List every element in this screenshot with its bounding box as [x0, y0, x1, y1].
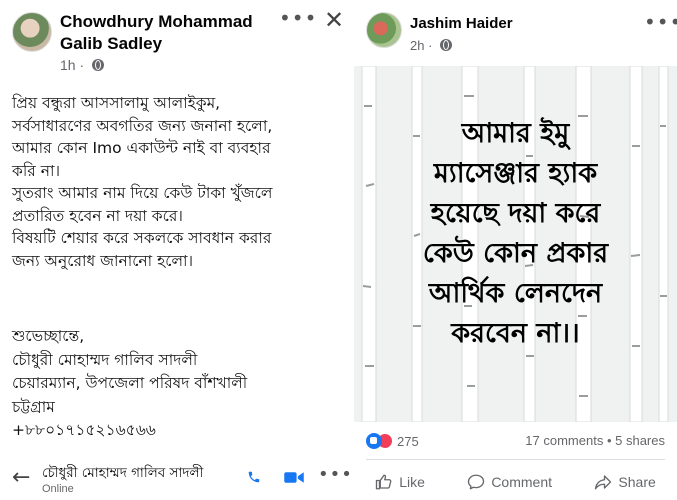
like-button[interactable]: Like — [375, 473, 425, 491]
image-caption-text: আমার ইমু ম্যাসেঞ্জার হ্যাক হয়েছে দয়া ক… — [354, 114, 677, 354]
image-text-line: আমার ইমু — [461, 118, 570, 149]
left-post: Chowdhury Mohammad Galib Sadley 1h · •••… — [0, 0, 352, 500]
thumbs-up-icon — [376, 474, 392, 490]
chat-online-status: Online — [42, 483, 74, 495]
post-timestamp[interactable]: 2h · — [410, 38, 453, 53]
post-time: 2h — [410, 38, 425, 53]
chat-contact-name[interactable]: চৌধুরী মোহাম্মদ গালিব সাদলী — [42, 462, 203, 485]
post-author-name[interactable]: Chowdhury Mohammad Galib Sadley — [60, 11, 270, 55]
right-post: Jashim Haider 2h · ••• — [354, 0, 677, 500]
video-camera-icon[interactable] — [284, 471, 304, 484]
post-line: সুতরাং আমার নাম দিয়ে কেউ টাকা খুঁজলে — [12, 184, 273, 202]
like-label: Like — [399, 474, 425, 490]
globe-icon — [92, 59, 105, 71]
more-options-icon[interactable]: ••• — [279, 6, 317, 30]
signature-line: চেয়ারম্যান, উপজেলা পরিষদ বাঁশখালী — [12, 374, 248, 392]
image-text-line: আর্থিক লেনদেন — [428, 278, 603, 309]
globe-icon — [440, 39, 453, 51]
share-label: Share — [618, 474, 656, 490]
comment-button[interactable]: Comment — [467, 473, 552, 491]
post-body: প্রিয় বন্ধুরা আসসালামু আলাইকুম, সর্বসাধ… — [12, 92, 337, 272]
share-button[interactable]: Share — [594, 473, 656, 491]
post-line: প্রতারিত হবেন না দয়া করে। — [12, 206, 183, 225]
like-reaction-icon — [366, 433, 382, 449]
post-line: প্রিয় বন্ধুরা আসসালামু আলাইকুম, — [12, 94, 221, 112]
chat-header-bar: ← চৌধুরী মোহাম্মদ গালিব সাদলী Online ••• — [0, 456, 352, 500]
separator: • — [603, 433, 616, 448]
arrow-left-icon[interactable]: ← — [12, 465, 30, 490]
post-line: বিষয়টি শেয়ার করে সকলকে সাবধান করার — [12, 229, 272, 247]
post-image[interactable]: আমার ইমু ম্যাসেঞ্জার হ্যাক হয়েছে দয়া ক… — [354, 66, 677, 422]
post-line: আমার কোন Imo একাউন্ট নাই বা ব্যবহার — [12, 139, 271, 157]
post-actions-bar: Like Comment Share — [354, 466, 677, 498]
more-options-icon[interactable]: ••• — [644, 10, 677, 34]
signature-line: চট্টগ্রাম — [12, 397, 55, 416]
post-time: 1h — [60, 57, 76, 73]
author-avatar[interactable] — [12, 12, 52, 52]
post-timestamp[interactable]: 1h · — [60, 57, 105, 73]
image-text-line: হয়েছে দয়া করে — [430, 198, 601, 229]
comment-icon — [468, 474, 485, 490]
image-text-line: কেউ কোন প্রকার — [422, 238, 609, 269]
comments-count[interactable]: 17 comments — [525, 433, 603, 448]
divider — [366, 459, 665, 460]
post-author-name[interactable]: Jashim Haider — [410, 15, 513, 32]
close-icon[interactable]: ✕ — [324, 6, 344, 34]
comment-label: Comment — [491, 474, 552, 490]
signature-line: চৌধুরী মোহাম্মদ গালিব সাদলী — [12, 350, 198, 369]
signature-line: শুভেচ্ছান্তে, — [12, 327, 85, 345]
reactions-summary[interactable]: 275 — [366, 433, 419, 449]
shares-count[interactable]: 5 shares — [615, 433, 665, 448]
post-line: সর্বসাধারণের অবগতির জন্য জনানা হলো, — [12, 116, 273, 135]
post-line: করি না। — [12, 161, 61, 180]
image-text-line: করবেন না।। — [451, 318, 580, 349]
post-line: জন্য অনুরোধ জানানো হলো। — [12, 251, 194, 270]
reaction-count: 275 — [397, 434, 419, 449]
phone-icon[interactable] — [247, 469, 261, 485]
image-text-line: ম্যাসেঞ্জার হ্যাক — [433, 158, 598, 189]
phone-number[interactable]: +৮৮০১৭১৫২১৬৫৬৬ — [12, 419, 342, 443]
engagement-counts[interactable]: 17 comments • 5 shares — [525, 433, 665, 448]
chat-more-icon[interactable]: ••• — [318, 464, 353, 485]
post-signature: শুভেচ্ছান্তে, চৌধুরী মোহাম্মদ গালিব সাদল… — [12, 325, 342, 443]
author-avatar[interactable] — [366, 12, 402, 48]
share-icon — [595, 475, 612, 490]
